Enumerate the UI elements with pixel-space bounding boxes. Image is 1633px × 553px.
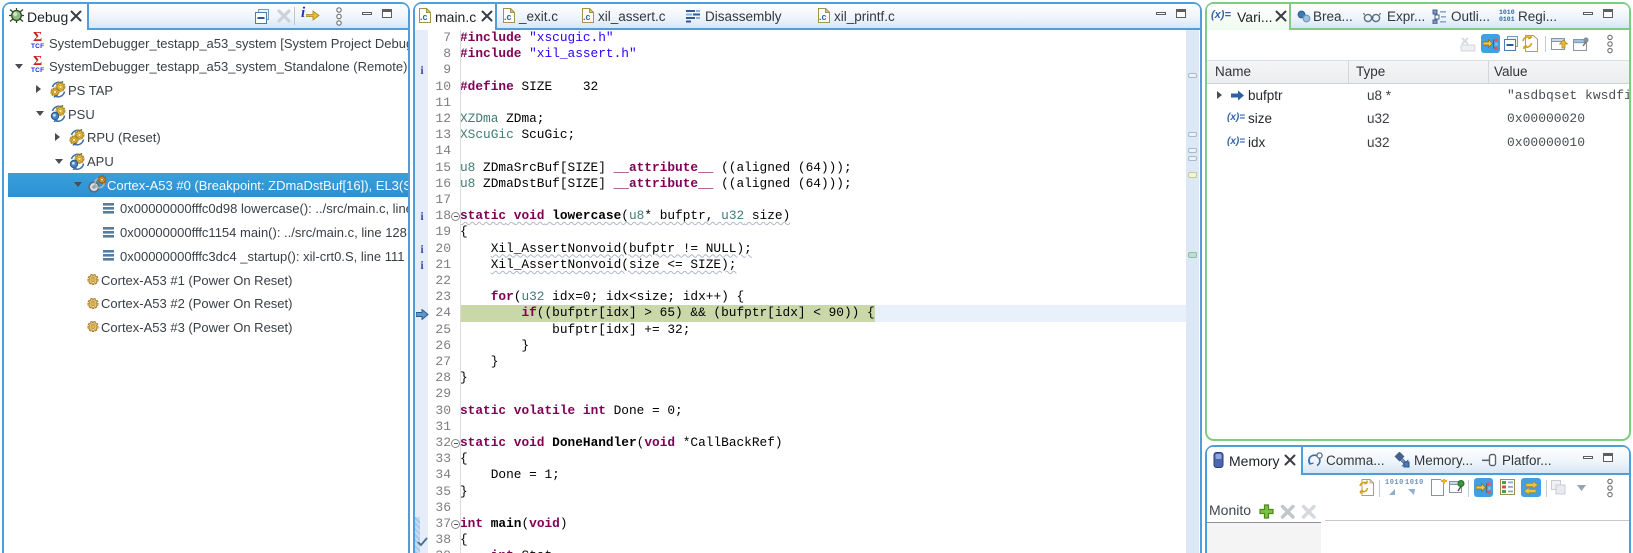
svg-text:.c: .c	[504, 12, 512, 22]
svg-text:.c: .c	[819, 12, 827, 22]
svg-text:.c: .c	[583, 12, 591, 22]
svg-text:.c: .c	[420, 12, 428, 22]
